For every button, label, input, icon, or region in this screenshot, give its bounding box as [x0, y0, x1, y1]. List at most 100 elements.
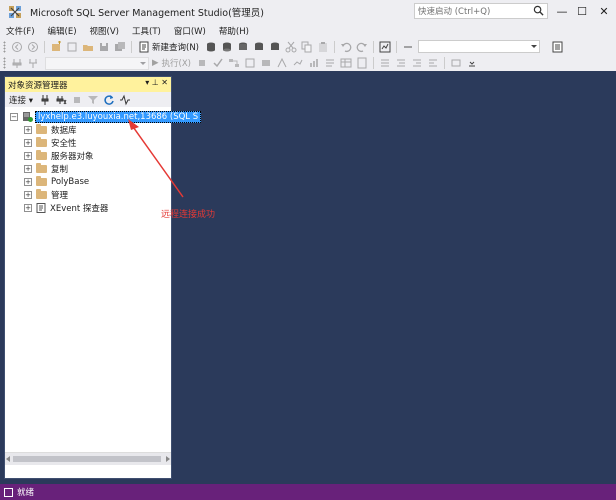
properties-icon[interactable] [552, 41, 564, 53]
tree-node-label: XEvent 探查器 [50, 203, 109, 214]
toolbar-separator [396, 40, 397, 53]
display-plan-icon[interactable] [228, 57, 240, 69]
execute-button[interactable]: ▶ 执行(X) [152, 57, 191, 69]
save-icon[interactable] [98, 41, 110, 53]
add-item-icon[interactable] [66, 41, 78, 53]
cut-icon[interactable] [285, 41, 297, 53]
analysis-dmx-query-icon[interactable] [237, 41, 249, 53]
menu-window[interactable]: 窗口(W) [174, 25, 206, 37]
status-bar: 就绪 [0, 484, 616, 500]
connect-dropdown[interactable]: 连接 ▾ [9, 94, 33, 106]
expand-icon[interactable]: + [24, 138, 32, 147]
window-title: Microsoft SQL Server Management Studio(管… [30, 7, 265, 19]
disconnect-icon[interactable] [55, 94, 67, 106]
database-engine-query-icon[interactable] [205, 41, 217, 53]
results-file-icon[interactable] [356, 57, 368, 69]
decrease-indent-icon[interactable] [411, 57, 423, 69]
intellisense-icon[interactable] [260, 57, 272, 69]
results-grid-icon[interactable] [340, 57, 352, 69]
analysis-dax-query-icon[interactable] [269, 41, 281, 53]
menu-view[interactable]: 视图(V) [90, 25, 119, 37]
tree-node-server-objects[interactable]: + 服务器对象 [24, 149, 94, 162]
refresh-icon[interactable] [103, 94, 115, 106]
collapse-icon[interactable]: − [10, 112, 18, 121]
search-icon[interactable] [533, 5, 544, 16]
new-project-icon[interactable] [50, 40, 62, 53]
activity-monitor-icon[interactable] [379, 41, 391, 53]
comment-icon[interactable] [379, 57, 391, 69]
solution-config-icon[interactable] [402, 41, 414, 53]
tree-node-databases[interactable]: + 数据库 [24, 123, 77, 136]
analysis-xmla-query-icon[interactable] [253, 41, 265, 53]
tree-node-xevent-profiler[interactable]: + XEvent 探查器 [24, 201, 108, 214]
scrollbar-thumb[interactable] [13, 456, 161, 462]
redo-icon[interactable] [356, 41, 368, 53]
parse-icon[interactable] [212, 57, 224, 69]
toolbar-separator [373, 57, 375, 69]
menu-help[interactable]: 帮助(H) [219, 25, 249, 37]
tree-node-replication[interactable]: + 复制 [24, 162, 68, 175]
quick-launch-input[interactable]: 快速启动 (Ctrl+Q) [414, 3, 548, 19]
query-designer-icon[interactable] [244, 57, 256, 69]
analysis-mdx-query-icon[interactable] [221, 41, 233, 53]
uncomment-icon[interactable] [395, 57, 407, 69]
open-file-icon[interactable] [82, 41, 94, 53]
toolbar-overflow-icon[interactable] [466, 57, 478, 69]
folder-icon [36, 123, 47, 134]
cancel-query-icon[interactable] [196, 57, 208, 69]
menu-edit[interactable]: 编辑(E) [48, 25, 77, 37]
tree-node-management[interactable]: + 管理 [24, 188, 68, 201]
tree-node-label: 管理 [51, 190, 69, 201]
scroll-right-icon[interactable] [166, 456, 170, 462]
specify-values-icon[interactable] [450, 57, 462, 69]
new-query-button[interactable]: 新建查询(N) [139, 41, 199, 53]
expand-icon[interactable]: + [24, 125, 32, 134]
close-button[interactable]: ✕ [594, 2, 614, 20]
tree-node-security[interactable]: + 安全性 [24, 136, 77, 149]
back-icon[interactable] [11, 41, 23, 53]
horizontal-scrollbar[interactable] [5, 452, 171, 465]
results-text-icon[interactable] [324, 57, 336, 69]
folder-icon [36, 149, 47, 160]
paste-icon[interactable] [317, 41, 329, 53]
filter-icon[interactable] [87, 94, 99, 106]
object-explorer-title-bar[interactable]: 对象资源管理器 ▾ ⊥ ✕ [5, 77, 171, 92]
solution-combo[interactable] [418, 40, 540, 53]
execute-label: 执行(X) [161, 59, 192, 69]
toolbar-separator [44, 40, 45, 53]
expand-icon[interactable]: + [24, 177, 32, 186]
menu-file[interactable]: 文件(F) [6, 25, 35, 37]
expand-icon[interactable]: + [24, 151, 32, 160]
include-plan-icon[interactable] [276, 57, 288, 69]
tree-node-polybase[interactable]: + PolyBase [24, 175, 89, 188]
toolbar-grip[interactable] [3, 57, 6, 69]
toolbar-separator [444, 57, 446, 69]
menu-bar: 文件(F) 编辑(E) 视图(V) 工具(T) 窗口(W) 帮助(H) [0, 23, 616, 38]
folder-icon [36, 162, 47, 173]
forward-icon[interactable] [27, 41, 39, 53]
client-stats-icon[interactable] [308, 57, 320, 69]
server-node[interactable]: − lyxhelp.e3.luyouxia.net,13686 (SQL S [10, 110, 202, 123]
maximize-button[interactable]: ☐ [572, 2, 592, 20]
toolbar-grip[interactable] [3, 40, 6, 53]
live-stats-icon[interactable] [292, 57, 304, 69]
connect-icon[interactable] [11, 57, 23, 69]
available-databases-combo[interactable] [45, 56, 149, 70]
change-connection-icon[interactable] [27, 57, 39, 69]
expand-icon[interactable]: + [24, 190, 32, 199]
undo-icon[interactable] [340, 41, 352, 53]
activity-monitor-icon[interactable] [119, 94, 131, 106]
save-all-icon[interactable] [114, 41, 126, 53]
toolbar-separator [373, 40, 374, 53]
menu-tools[interactable]: 工具(T) [132, 25, 161, 37]
panel-window-buttons[interactable]: ▾ ⊥ ✕ [145, 78, 168, 87]
minimize-button[interactable]: — [552, 2, 572, 20]
scroll-left-icon[interactable] [6, 456, 10, 462]
increase-indent-icon[interactable] [427, 57, 439, 69]
copy-icon[interactable] [301, 41, 313, 53]
connect-icon[interactable] [39, 94, 51, 106]
expand-icon[interactable]: + [24, 164, 32, 173]
stop-icon[interactable] [71, 94, 83, 106]
quick-launch-placeholder: 快速启动 (Ctrl+Q) [418, 7, 491, 17]
expand-icon[interactable]: + [24, 203, 32, 212]
